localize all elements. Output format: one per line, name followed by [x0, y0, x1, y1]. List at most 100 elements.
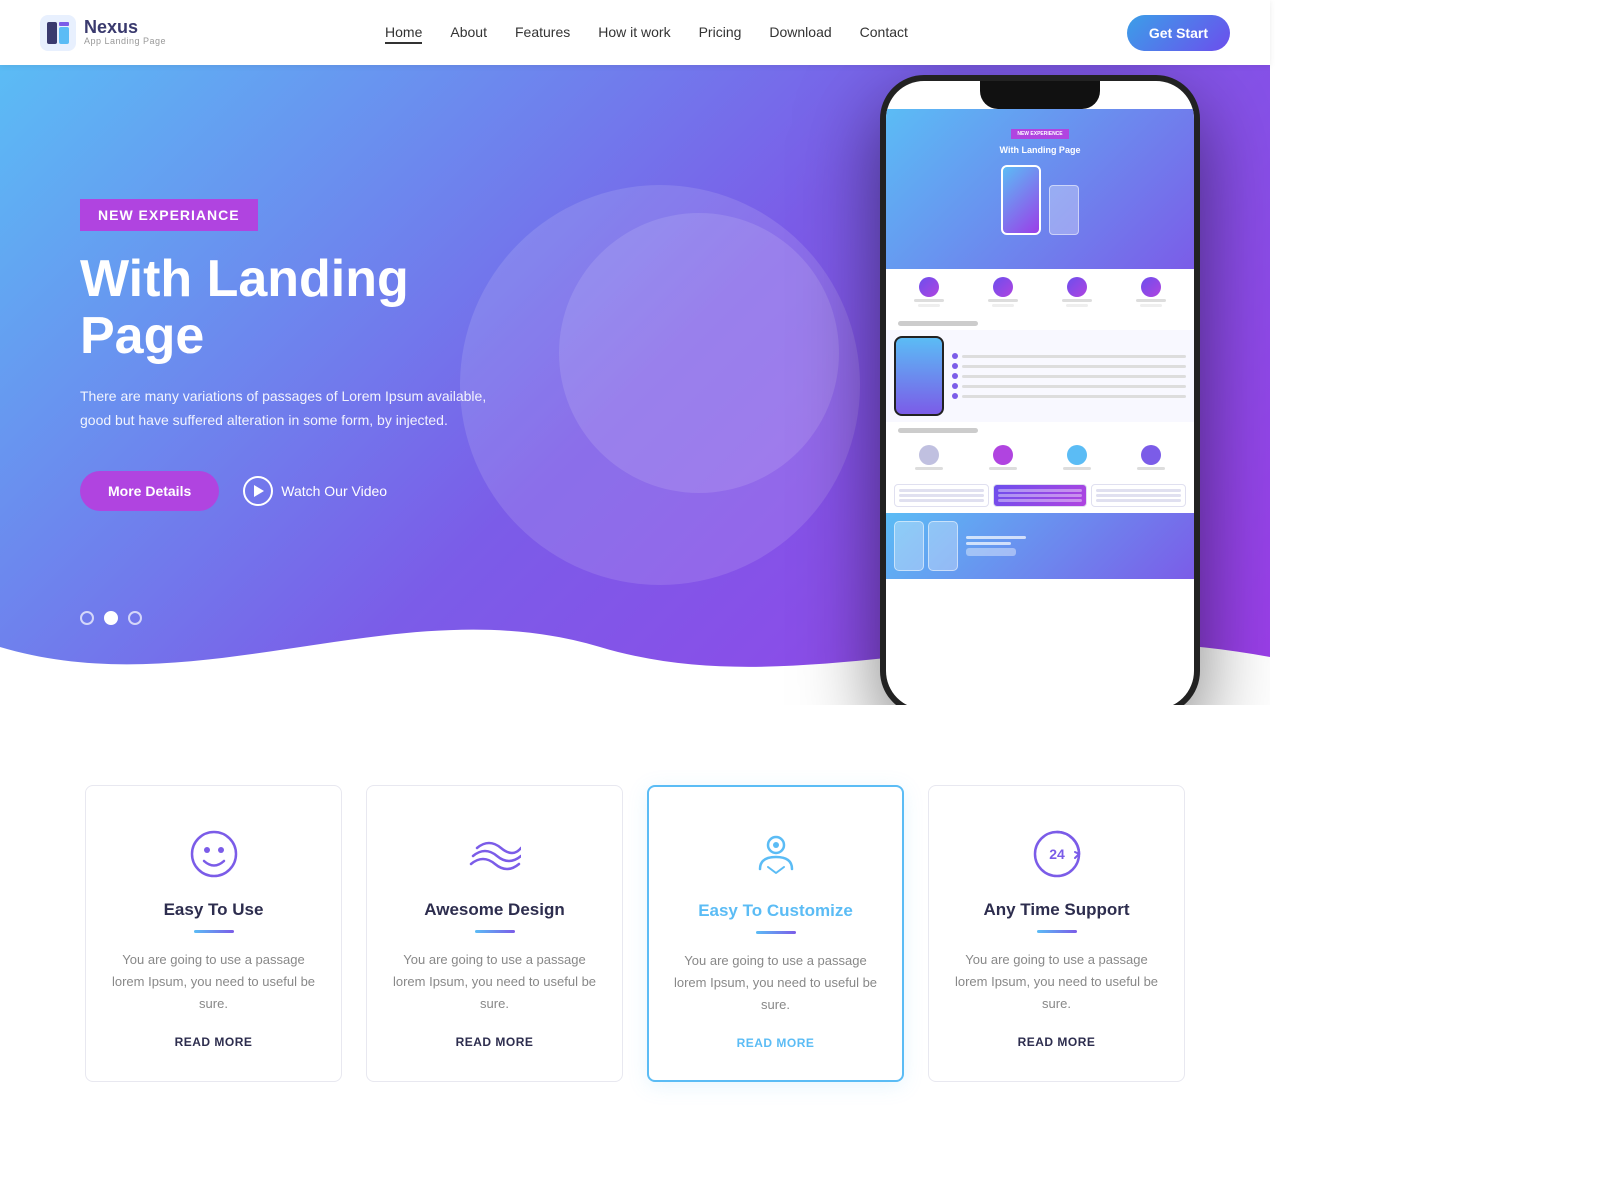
ps-price-line-4 [998, 489, 1083, 492]
nav-link-download[interactable]: Download [769, 24, 831, 40]
logo-icon [40, 15, 76, 51]
features-section: Easy To Use You are going to use a passa… [0, 705, 1270, 1142]
ps-hero-section: NEW EXPERIENCE With Landing Page [886, 109, 1194, 269]
get-start-button[interactable]: Get Start [1127, 15, 1230, 51]
play-icon [243, 476, 273, 506]
feature-readmore-easy-to-use[interactable]: READ MORE [175, 1035, 253, 1049]
ps-price-line-8 [1096, 494, 1181, 497]
hero-content: NEW EXPERIANCE With Landing Page There a… [0, 119, 600, 651]
feature-card-any-time-support: 24 Any Time Support You are going to use… [928, 785, 1185, 1082]
ps-feat-text2-4 [1140, 304, 1162, 307]
ps-hero-phone-img [1001, 165, 1041, 235]
ps-app-feat-row-3 [952, 373, 1186, 379]
slider-dots [80, 611, 142, 625]
ps-app-feat-row-5 [952, 393, 1186, 399]
ps-avatar-4 [1141, 445, 1161, 465]
nav-item-contact[interactable]: Contact [860, 24, 908, 42]
ps-avatar-3 [1067, 445, 1087, 465]
ps-price-line-7 [1096, 489, 1181, 492]
ps-feat-text-2 [988, 299, 1018, 302]
nav-link-pricing[interactable]: Pricing [699, 24, 742, 40]
feature-card-awesome-design: Awesome Design You are going to use a pa… [366, 785, 623, 1082]
nav-item-home[interactable]: Home [385, 24, 422, 42]
ps-app-feat-row-4 [952, 383, 1186, 389]
ps-feature-4 [1116, 277, 1186, 307]
feature-title-easy-to-use: Easy To Use [164, 900, 264, 920]
ps-dl-phone-1 [894, 521, 924, 571]
feature-icon-easy-to-customize [748, 827, 804, 883]
ps-dl-line-2 [966, 542, 1011, 545]
nav-link-about[interactable]: About [450, 24, 487, 40]
ps-team-title [898, 428, 978, 433]
hero-title: With Landing Page [80, 251, 540, 365]
ps-name-3 [1063, 467, 1091, 470]
ps-feature-1 [894, 277, 964, 307]
nav-item-how-it-work[interactable]: How it work [598, 24, 670, 42]
nav-link-contact[interactable]: Contact [860, 24, 908, 40]
ps-hero-title: With Landing Page [1000, 145, 1081, 155]
nav-link-home[interactable]: Home [385, 24, 422, 44]
ps-pricing [886, 478, 1194, 513]
feature-card-easy-to-use: Easy To Use You are going to use a passa… [85, 785, 342, 1082]
phone-screen: NEW EXPERIENCE With Landing Page [886, 81, 1194, 705]
ps-price-line-1 [899, 489, 984, 492]
feature-readmore-any-time-support[interactable]: READ MORE [1018, 1035, 1096, 1049]
ps-feat-text-3 [1062, 299, 1092, 302]
feature-card-easy-to-customize: Easy To Customize You are going to use a… [647, 785, 904, 1082]
more-details-button[interactable]: More Details [80, 471, 219, 511]
ps-hero-phone-img-2 [1049, 185, 1079, 235]
phone-mockup: NEW EXPERIENCE With Landing Page [870, 75, 1210, 705]
feature-divider-awesome-design [475, 930, 515, 933]
brand-tagline: App Landing Page [84, 37, 166, 47]
ps-feat-line-1 [962, 355, 1186, 358]
feature-readmore-awesome-design[interactable]: READ MORE [456, 1035, 534, 1049]
ps-dl-btn [966, 548, 1016, 556]
ps-app-phone [894, 336, 944, 416]
ps-hero-badge: NEW EXPERIENCE [1011, 129, 1068, 139]
feature-desc-awesome-design: You are going to use a passage lorem Ips… [391, 949, 598, 1015]
nav-item-about[interactable]: About [450, 24, 487, 42]
ps-feat-line-2 [962, 365, 1186, 368]
ps-feat-icon-3 [1067, 277, 1087, 297]
ps-feat-dot-2 [952, 363, 958, 369]
slider-dot-2[interactable] [104, 611, 118, 625]
watch-video-button[interactable]: Watch Our Video [243, 476, 387, 506]
ps-name-2 [989, 467, 1017, 470]
ps-avatar-2 [993, 445, 1013, 465]
ps-feat-text-1 [914, 299, 944, 302]
ps-name-1 [915, 467, 943, 470]
ps-feat-dot-5 [952, 393, 958, 399]
feature-title-any-time-support: Any Time Support [983, 900, 1129, 920]
ps-app-features-list [952, 353, 1186, 399]
nav-item-download[interactable]: Download [769, 24, 831, 42]
feature-icon-easy-to-use [186, 826, 242, 882]
hero-section: NEW EXPERIANCE With Landing Page There a… [0, 65, 1270, 705]
feature-desc-any-time-support: You are going to use a passage lorem Ips… [953, 949, 1160, 1015]
ps-feat-dot-1 [952, 353, 958, 359]
ps-team-4 [1116, 445, 1186, 470]
feature-readmore-easy-to-customize[interactable]: READ MORE [737, 1036, 815, 1050]
svg-text:24: 24 [1049, 846, 1065, 862]
feature-divider-easy-to-customize [756, 931, 796, 934]
ps-feat-text2-2 [992, 304, 1014, 307]
nav-link-features[interactable]: Features [515, 24, 570, 40]
ps-feat-line-3 [962, 375, 1186, 378]
ps-download [886, 513, 1194, 579]
ps-avatar-1 [919, 445, 939, 465]
ps-app-design [886, 330, 1194, 422]
phone-notch [980, 81, 1100, 109]
ps-team-3 [1042, 445, 1112, 470]
ps-dl-text [966, 536, 1026, 556]
ps-features-row [886, 269, 1194, 315]
slider-dot-3[interactable] [128, 611, 142, 625]
nav-item-pricing[interactable]: Pricing [699, 24, 742, 42]
ps-price-card-3 [1091, 484, 1186, 507]
nav-link-how-it-work[interactable]: How it work [598, 24, 670, 40]
logo[interactable]: Nexus App Landing Page [40, 15, 166, 51]
slider-dot-1[interactable] [80, 611, 94, 625]
ps-app-feat-row-2 [952, 363, 1186, 369]
ps-price-line-9 [1096, 499, 1181, 502]
navbar: Nexus App Landing Page Home About Featur… [0, 0, 1270, 65]
hero-actions: More Details Watch Our Video [80, 471, 540, 511]
nav-item-features[interactable]: Features [515, 24, 570, 42]
